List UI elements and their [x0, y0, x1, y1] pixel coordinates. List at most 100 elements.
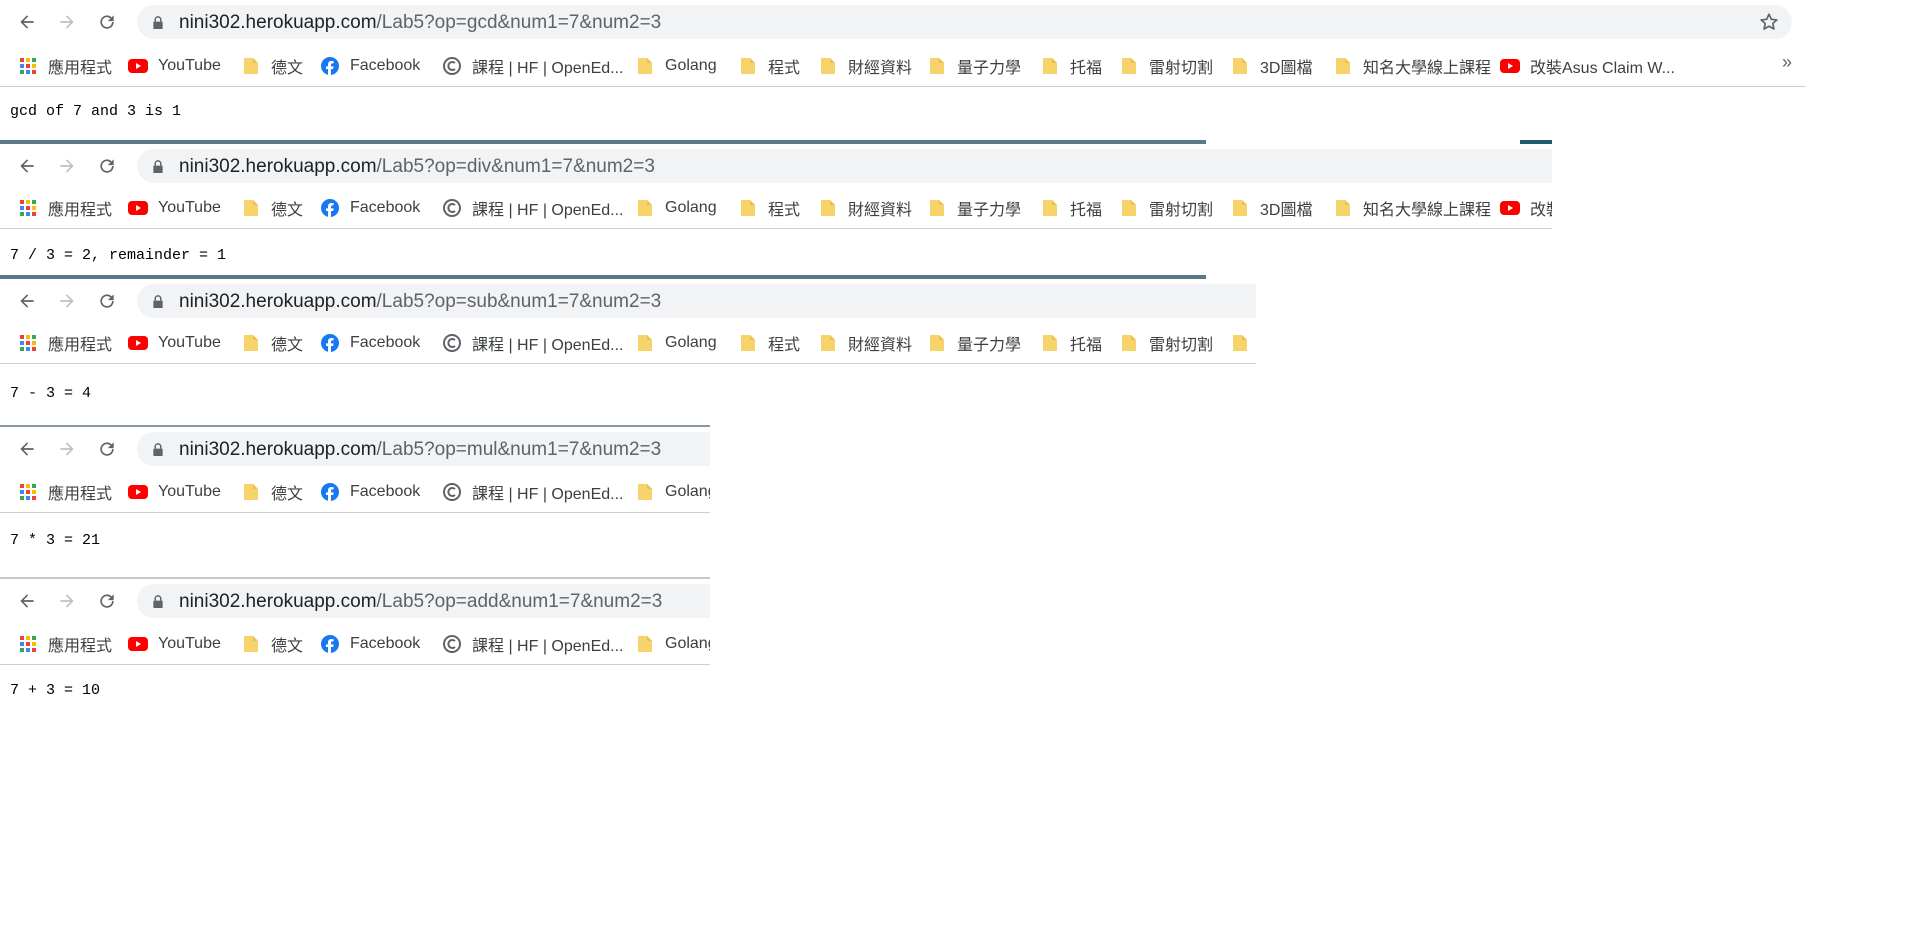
bookmark-3d[interactable]: 3D圖檔	[1230, 46, 1312, 86]
bookmarks-bar: 應用程式 YouTube 德文 Facebook 課程 | HF | OpenE…	[0, 46, 1806, 87]
lock-icon[interactable]	[152, 160, 164, 173]
bookmark-program[interactable]: 程式	[738, 46, 800, 86]
reload-icon[interactable]	[94, 9, 120, 35]
bookmark-quantum[interactable]: 量子力學	[927, 188, 1021, 228]
forward-icon[interactable]	[54, 288, 80, 314]
bookmark-edx[interactable]: 課程 | HF | OpenEd...	[442, 188, 623, 228]
bookmark-apps[interactable]: 應用程式	[18, 46, 112, 86]
bookmark-youtube[interactable]: YouTube	[128, 46, 221, 86]
bookmark-german[interactable]: 德文	[241, 188, 303, 228]
forward-icon[interactable]	[54, 9, 80, 35]
bookmark-youtube[interactable]: YouTube	[128, 323, 221, 363]
bookmark-facebook[interactable]: Facebook	[320, 323, 420, 363]
back-icon[interactable]	[14, 9, 40, 35]
bookmark-edx[interactable]: 課程 | HF | OpenEd...	[442, 323, 623, 363]
bookmark-toefl[interactable]: 托福	[1040, 46, 1102, 86]
back-icon[interactable]	[14, 288, 40, 314]
address-bar[interactable]: nini302.herokuapp.com/Lab5?op=sub&num1=7…	[137, 284, 1256, 318]
address-bar[interactable]: nini302.herokuapp.com/Lab5?op=mul&num1=7…	[137, 432, 710, 466]
url-text[interactable]: nini302.herokuapp.com/Lab5?op=sub&num1=7…	[179, 291, 661, 313]
facebook-icon	[320, 56, 340, 76]
bookmark-finance[interactable]: 財經資料	[818, 323, 912, 363]
bookmark-3d[interactable]	[1230, 323, 1256, 363]
folder-icon	[927, 333, 947, 353]
youtube-icon	[128, 333, 148, 353]
bookmark-asus[interactable]: 改裝	[1500, 188, 1552, 228]
url-text[interactable]: nini302.herokuapp.com/Lab5?op=gcd&num1=7…	[179, 12, 661, 34]
address-bar[interactable]: nini302.herokuapp.com/Lab5?op=add&num1=7…	[137, 584, 710, 618]
bookmark-german[interactable]: 德文	[241, 472, 303, 512]
bookmark-facebook[interactable]: Facebook	[320, 46, 420, 86]
bookmark-label: 托福	[1070, 60, 1103, 77]
bookmark-golang[interactable]: Golang	[635, 188, 717, 228]
bookmark-label: YouTube	[158, 57, 221, 74]
bookmark-finance[interactable]: 財經資料	[818, 188, 912, 228]
bookmark-german[interactable]: 德文	[241, 624, 303, 664]
bookmark-label: YouTube	[158, 483, 221, 500]
bookmark-laser[interactable]: 雷射切割	[1119, 188, 1213, 228]
bookmark-label: 3D圖檔	[1260, 60, 1313, 77]
url-text[interactable]: nini302.herokuapp.com/Lab5?op=mul&num1=7…	[179, 439, 661, 461]
back-icon[interactable]	[14, 588, 40, 614]
apps-grid-icon	[18, 634, 38, 654]
forward-icon[interactable]	[54, 588, 80, 614]
bookmark-asus[interactable]: 改裝Asus Claim W...	[1500, 46, 1675, 86]
lock-icon[interactable]	[152, 295, 164, 308]
bookmark-toefl[interactable]: 托福	[1040, 323, 1102, 363]
address-bar[interactable]: nini302.herokuapp.com/Lab5?op=gcd&num1=7…	[137, 5, 1792, 39]
url-host: nini302.herokuapp.com	[179, 12, 377, 33]
lock-icon[interactable]	[152, 16, 164, 29]
folder-icon	[241, 56, 261, 76]
bookmark-edx[interactable]: 課程 | HF | OpenEd...	[442, 624, 623, 664]
lock-icon[interactable]	[152, 595, 164, 608]
bookmark-german[interactable]: 德文	[241, 46, 303, 86]
bookmark-facebook[interactable]: Facebook	[320, 624, 420, 664]
bookmark-apps[interactable]: 應用程式	[18, 188, 112, 228]
bookmark-golang[interactable]: Golang	[635, 323, 717, 363]
bookmark-program[interactable]: 程式	[738, 188, 800, 228]
bookmark-quantum[interactable]: 量子力學	[927, 323, 1021, 363]
bookmark-edx[interactable]: 課程 | HF | OpenEd...	[442, 46, 623, 86]
forward-icon[interactable]	[54, 436, 80, 462]
bookmark-facebook[interactable]: Facebook	[320, 472, 420, 512]
bookmark-apps[interactable]: 應用程式	[18, 472, 112, 512]
folder-icon	[927, 56, 947, 76]
url-text[interactable]: nini302.herokuapp.com/Lab5?op=add&num1=7…	[179, 591, 662, 613]
bookmark-laser[interactable]: 雷射切割	[1119, 46, 1213, 86]
reload-icon[interactable]	[94, 436, 120, 462]
reload-icon[interactable]	[94, 288, 120, 314]
bookmark-quantum[interactable]: 量子力學	[927, 46, 1021, 86]
bookmark-youtube[interactable]: YouTube	[128, 188, 221, 228]
bookmark-univ[interactable]: 知名大學線上課程	[1333, 188, 1491, 228]
bookmark-label: Facebook	[350, 57, 421, 74]
bookmark-youtube[interactable]: YouTube	[128, 472, 221, 512]
bookmarks-more-button[interactable]: »	[1782, 52, 1792, 73]
bookmark-facebook[interactable]: Facebook	[320, 188, 420, 228]
bookmark-youtube[interactable]: YouTube	[128, 624, 221, 664]
bookmark-golang[interactable]: Golang	[635, 624, 710, 664]
bookmark-apps[interactable]: 應用程式	[18, 323, 112, 363]
bookmark-german[interactable]: 德文	[241, 323, 303, 363]
bookmark-laser[interactable]: 雷射切割	[1119, 323, 1213, 363]
bookmark-finance[interactable]: 財經資料	[818, 46, 912, 86]
bookmark-golang[interactable]: Golang	[635, 46, 717, 86]
forward-icon[interactable]	[54, 153, 80, 179]
bookmark-golang[interactable]: Golang	[635, 472, 710, 512]
folder-icon	[1230, 333, 1250, 353]
bookmark-apps[interactable]: 應用程式	[18, 624, 112, 664]
bookmark-univ[interactable]: 知名大學線上課程	[1333, 46, 1491, 86]
back-icon[interactable]	[14, 436, 40, 462]
address-bar[interactable]: nini302.herokuapp.com/Lab5?op=div&num1=7…	[137, 149, 1552, 183]
bookmark-label: 程式	[768, 60, 801, 77]
bookmark-3d[interactable]: 3D圖檔	[1230, 188, 1312, 228]
lock-icon[interactable]	[152, 443, 164, 456]
reload-icon[interactable]	[94, 588, 120, 614]
reload-icon[interactable]	[94, 153, 120, 179]
bookmark-toefl[interactable]: 托福	[1040, 188, 1102, 228]
bookmark-program[interactable]: 程式	[738, 323, 800, 363]
bookmark-star-icon[interactable]	[1758, 11, 1780, 33]
url-text[interactable]: nini302.herokuapp.com/Lab5?op=div&num1=7…	[179, 156, 655, 178]
back-icon[interactable]	[14, 153, 40, 179]
bookmark-edx[interactable]: 課程 | HF | OpenEd...	[442, 472, 623, 512]
bookmark-label: 知名大學線上課程	[1363, 60, 1492, 77]
